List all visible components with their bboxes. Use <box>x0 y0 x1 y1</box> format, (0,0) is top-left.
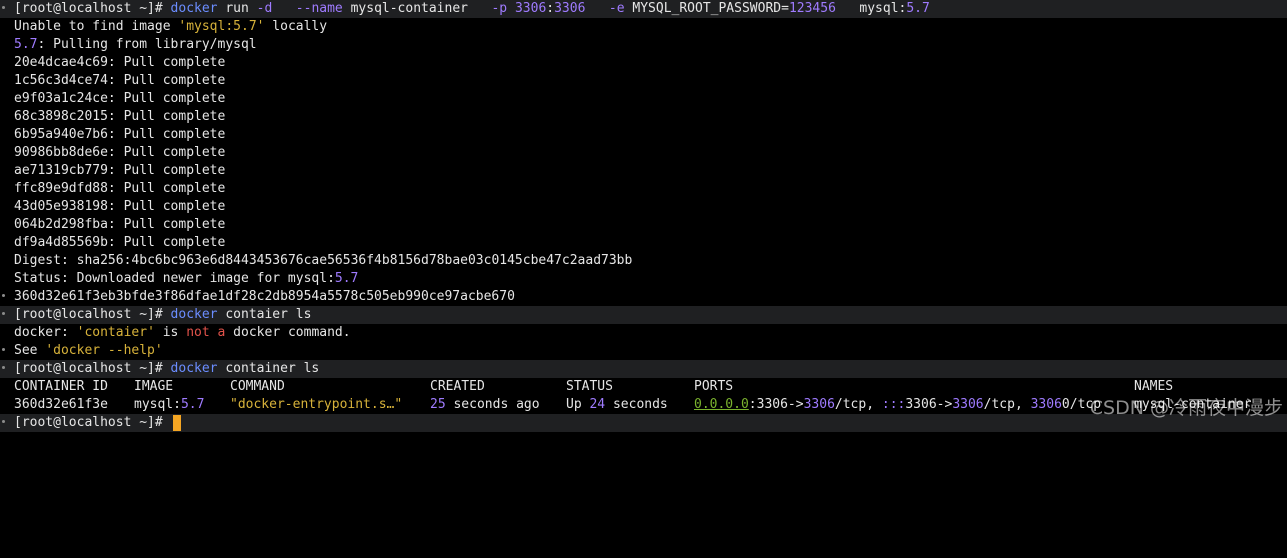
header-command: COMMAND <box>230 379 285 394</box>
prompt-marker-icon <box>2 312 5 315</box>
layer-line: 68c3898c2015: Pull complete <box>14 109 226 124</box>
cell-ports: 0.0.0.0:3306->3306/tcp, :::3306->3306/tc… <box>694 397 1102 412</box>
layer-line: df9a4d85569b: Pull complete <box>14 235 226 250</box>
output-error: docker: 'contaier' is not a docker comma… <box>14 325 351 340</box>
output-digest: Digest: sha256:4bc6bc963e6d8443453676cae… <box>14 253 633 268</box>
prompt-marker-icon <box>2 348 5 351</box>
output-status: Status: Downloaded newer image for mysql… <box>14 271 359 286</box>
layer-line: 064b2d298fba: Pull complete <box>14 217 226 232</box>
header-status: STATUS <box>566 379 613 394</box>
terminal-window[interactable]: [root@localhost ~]# docker run -d --name… <box>0 0 1287 432</box>
table-header: CONTAINER ID IMAGE COMMAND CREATED STATU… <box>0 378 1287 396</box>
prompt-marker-icon <box>2 294 5 297</box>
header-names: NAMES <box>1134 379 1174 394</box>
command-line-contaier-ls: [root@localhost ~]# docker contaier ls <box>0 306 1287 324</box>
command-line-container-ls: [root@localhost ~]# docker container ls <box>0 360 1287 378</box>
layer-line: 6b95a940e7b6: Pull complete <box>14 127 226 142</box>
layer-line: ffc89e9dfd88: Pull complete <box>14 181 226 196</box>
layer-line: 20e4dcae4c69: Pull complete <box>14 55 226 70</box>
cell-created: 25 seconds ago <box>430 397 540 412</box>
layer-line: 90986bb8de6e: Pull complete <box>14 145 226 160</box>
header-container-id: CONTAINER ID <box>14 379 108 394</box>
layer-line: 43d05e938198: Pull complete <box>14 199 226 214</box>
cell-image: mysql:5.7 <box>134 397 205 412</box>
cell-command: "docker-entrypoint.s…" <box>230 397 403 412</box>
output-unable-to-find: Unable to find image 'mysql:5.7' locally <box>14 19 328 34</box>
layer-line: ae71319cb779: Pull complete <box>14 163 226 178</box>
layer-line: 1c56c3d4ce74: Pull complete <box>14 73 226 88</box>
prompt-marker-icon <box>2 6 5 9</box>
header-created: CREATED <box>430 379 485 394</box>
command-line-docker-run: [root@localhost ~]# docker run -d --name… <box>0 0 1287 18</box>
cell-container-id: 360d32e61f3e <box>14 397 108 412</box>
layer-line: e9f03a1c24ce: Pull complete <box>14 91 226 106</box>
output-see-help: See 'docker --help' <box>0 342 1287 360</box>
prompt-marker-icon <box>2 366 5 369</box>
terminal-cursor[interactable] <box>172 414 181 431</box>
prompt-marker-icon <box>2 420 5 423</box>
csdn-watermark: CSDN @冷雨夜中漫步 <box>1089 397 1283 419</box>
header-image: IMAGE <box>134 379 174 394</box>
output-pulling: 5.7: Pulling from library/mysql <box>14 37 257 52</box>
output-container-id: 360d32e61f3eb3bfde3f86dfae1df28c2db8954a… <box>0 288 1287 306</box>
header-ports: PORTS <box>694 379 734 394</box>
cell-status: Up 24 seconds <box>566 397 668 412</box>
